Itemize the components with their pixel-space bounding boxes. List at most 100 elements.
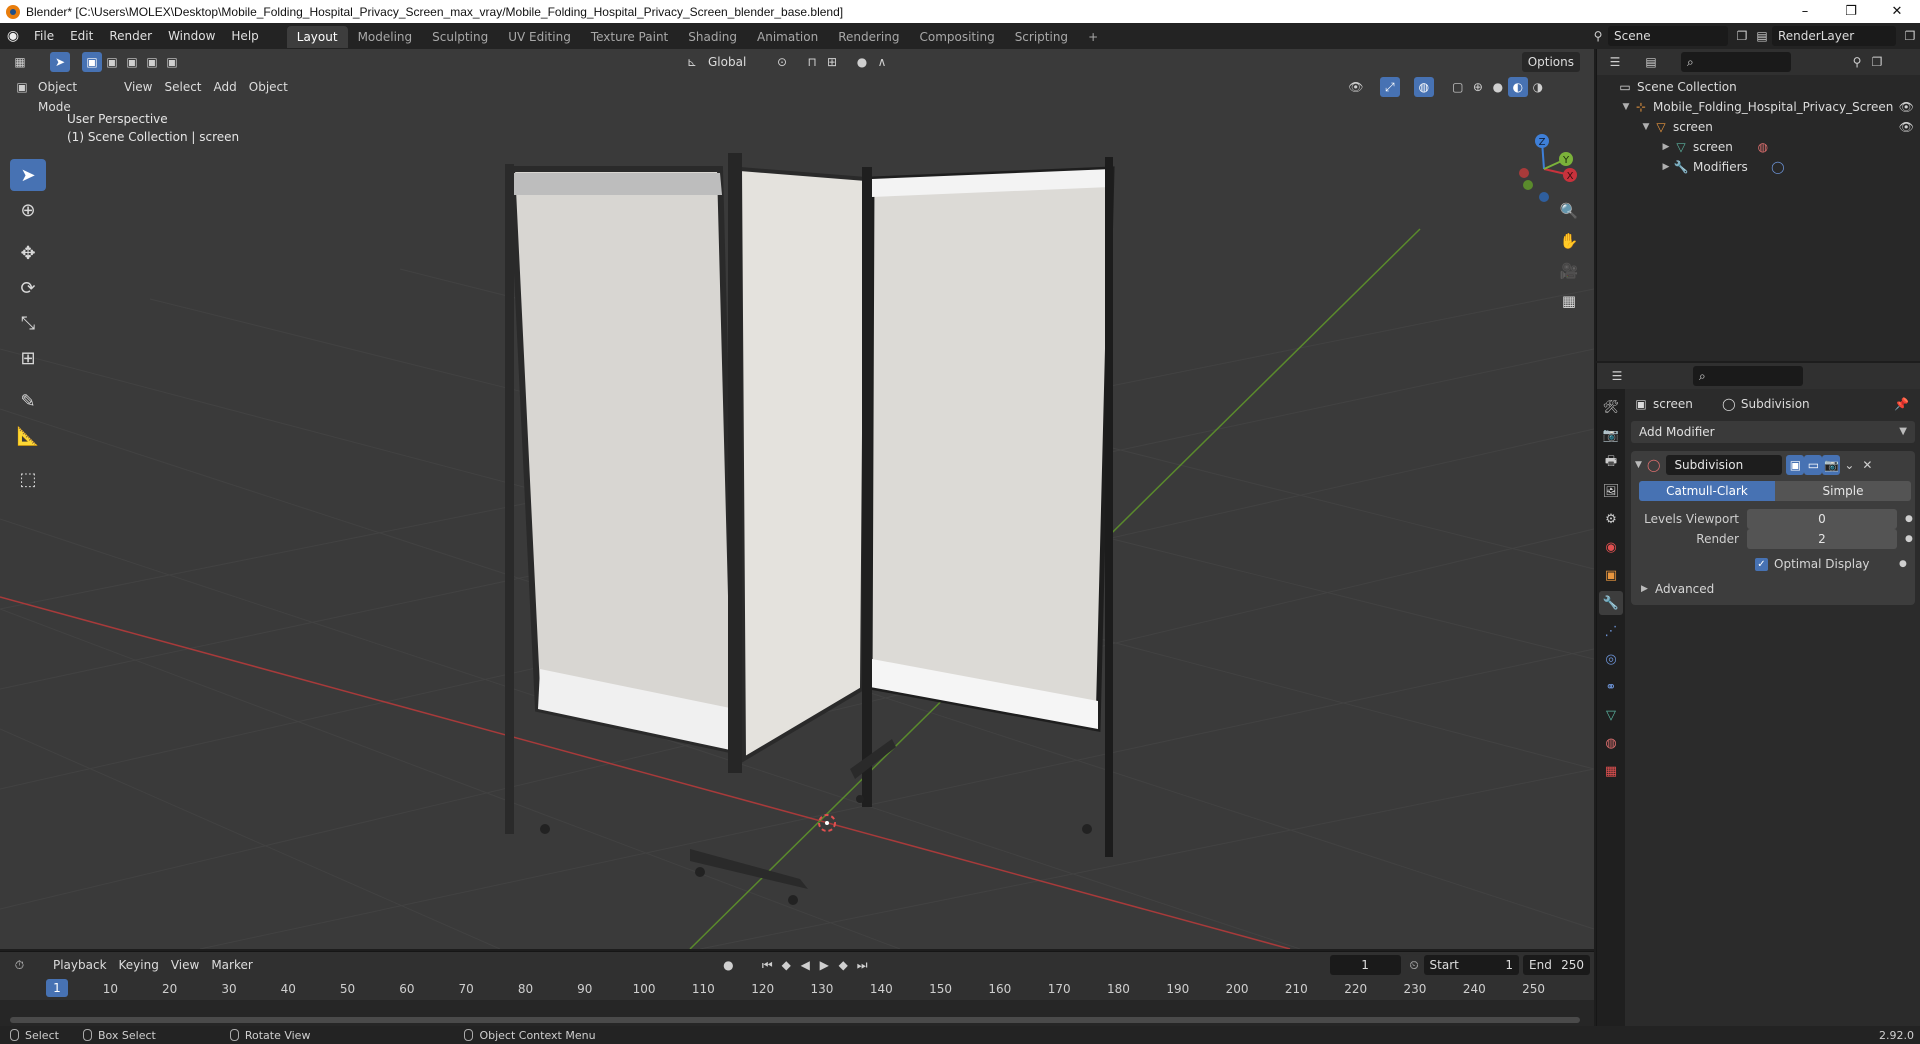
scene-icon[interactable]: ⚲	[1588, 26, 1608, 46]
preview-range-icon[interactable]: ⏲	[1405, 955, 1424, 975]
overlay-toggle-icon[interactable]: ◍	[1413, 77, 1434, 97]
add-modifier-dropdown[interactable]: Add Modifier ▼	[1631, 421, 1915, 443]
properties-search-input[interactable]: ⌕	[1693, 366, 1803, 386]
gizmo-toggle-icon[interactable]: ⤢	[1379, 77, 1400, 97]
menu-object[interactable]: Object	[243, 77, 294, 97]
physics-tab-icon[interactable]: ◎	[1599, 647, 1623, 671]
viewport-toggle-icon[interactable]: ▭	[1804, 455, 1823, 475]
outliner-search-input[interactable]: ⌕	[1681, 52, 1791, 72]
expand-arrow-icon[interactable]: ▼	[1639, 122, 1653, 132]
particles-tab-icon[interactable]: ⋰	[1599, 619, 1623, 643]
tab-shading[interactable]: Shading	[678, 26, 747, 48]
advanced-subpanel[interactable]: Advanced	[1655, 582, 1714, 596]
object-mode-dropdown[interactable]: Object Mode	[32, 77, 118, 114]
jump-start-icon[interactable]: ⏮	[758, 955, 777, 975]
render-tab-icon[interactable]: 📷	[1599, 423, 1623, 447]
add-cube-tool[interactable]: ⬚	[10, 463, 46, 495]
tab-rendering[interactable]: Rendering	[828, 26, 909, 48]
rendered-shading-icon[interactable]: ◑	[1528, 77, 1548, 97]
renderlayer-field[interactable]: RenderLayer	[1772, 26, 1896, 46]
material-shading-icon[interactable]: ◐	[1507, 77, 1528, 97]
tab-layout[interactable]: Layout	[286, 26, 348, 48]
eye-icon[interactable]: 👁	[1899, 100, 1914, 114]
tab-uv-editing[interactable]: UV Editing	[498, 26, 581, 48]
snap-icon[interactable]: ⊓	[802, 52, 822, 72]
outliner-row-object[interactable]: ▼ ▽ screen 👁	[1597, 117, 1920, 137]
select-tool-icon[interactable]: ➤	[50, 52, 70, 72]
select-subtract-icon[interactable]: ▣	[122, 52, 142, 72]
properties-editor-icon[interactable]: ☰	[1607, 366, 1627, 386]
animate-dot-icon[interactable]: ●	[1905, 534, 1915, 544]
move-tool[interactable]: ✥	[10, 237, 46, 269]
menu-playback[interactable]: Playback	[47, 955, 113, 975]
menu-view[interactable]: View	[118, 77, 158, 97]
ortho-grid-icon[interactable]: ▦	[1556, 288, 1582, 314]
select-extend-icon[interactable]: ▣	[102, 52, 122, 72]
blender-menu-icon[interactable]: ◉	[0, 23, 26, 49]
new-scene-icon[interactable]: ❐	[1732, 26, 1752, 46]
3d-viewport[interactable]: ▦ ➤ ▣ ▣ ▣ ▣ ▣ ⊾ Global ⊙ ⊓ ⊞ ● ∧ Options…	[0, 49, 1594, 949]
play-icon[interactable]: ▶	[815, 955, 834, 975]
data-tab-icon[interactable]: ▽	[1599, 703, 1623, 727]
current-frame-marker[interactable]: 1	[46, 979, 68, 997]
display-mode-icon[interactable]: ▤	[1641, 52, 1661, 72]
proportional-edit-icon[interactable]: ●	[852, 52, 872, 72]
current-frame-field[interactable]: 1	[1329, 955, 1401, 975]
measure-tool[interactable]: 📐	[10, 420, 46, 452]
xray-icon[interactable]: ▢	[1448, 77, 1468, 97]
options-dropdown[interactable]: Options	[1521, 52, 1580, 72]
levels-viewport-field[interactable]: 0	[1747, 509, 1897, 529]
remove-modifier-icon[interactable]: ✕	[1858, 455, 1876, 475]
menu-edit[interactable]: Edit	[62, 23, 101, 49]
timeline-scrollbar[interactable]	[10, 1017, 1580, 1023]
tab-sculpting[interactable]: Sculpting	[422, 26, 498, 48]
close-window-button[interactable]: ✕	[1874, 0, 1920, 23]
object-tab-icon[interactable]: ▣	[1599, 563, 1623, 587]
pivot-point-icon[interactable]: ⊙	[772, 52, 792, 72]
timeline-editor-icon[interactable]: ⏱	[10, 955, 29, 975]
view-layer-tab-icon[interactable]: 🖼	[1599, 479, 1623, 503]
frame-ruler[interactable]: 1 10 20 30 40 50 60 70 80 90 100 110 120 130 140 150 160…	[0, 978, 1594, 1000]
texture-tab-icon[interactable]: ▦	[1599, 759, 1623, 783]
end-frame-field[interactable]: End 250	[1523, 955, 1591, 975]
outliner-row-collection[interactable]: ▼ ⊹ Mobile_Folding_Hospital_Privacy_Scre…	[1597, 97, 1920, 117]
outliner-row-modifiers[interactable]: ▶ 🔧 Modifiers ◯	[1597, 157, 1920, 177]
tab-compositing[interactable]: Compositing	[909, 26, 1004, 48]
menu-help[interactable]: Help	[223, 23, 266, 49]
select-box-tool[interactable]: ➤	[10, 159, 46, 191]
material-tab-icon[interactable]: ◍	[1599, 731, 1623, 755]
animate-dot-icon[interactable]: ●	[1899, 559, 1909, 569]
render-toggle-icon[interactable]: 📷	[1822, 455, 1841, 475]
editor-type-icon[interactable]: ▦	[10, 52, 30, 72]
new-collection-icon[interactable]: ❐	[1867, 52, 1887, 72]
menu-render[interactable]: Render	[101, 23, 160, 49]
solid-shading-icon[interactable]: ●	[1488, 77, 1508, 97]
zoom-icon[interactable]: 🔍	[1556, 198, 1582, 224]
cursor-tool[interactable]: ⊕	[10, 194, 46, 226]
select-intersect-icon[interactable]: ▣	[162, 52, 182, 72]
renderlayer-icon[interactable]: ▤	[1752, 26, 1772, 46]
rotate-tool[interactable]: ⟳	[10, 272, 46, 304]
expand-arrow-icon[interactable]: ▶	[1641, 584, 1655, 594]
render-levels-field[interactable]: 2	[1747, 529, 1897, 549]
record-icon[interactable]: ●	[719, 955, 738, 975]
select-new-icon[interactable]: ▣	[82, 52, 102, 72]
play-reverse-icon[interactable]: ◀	[796, 955, 815, 975]
scale-tool[interactable]: ⤡	[10, 307, 46, 339]
modifier-name-input[interactable]: Subdivision	[1666, 455, 1783, 475]
catmull-clark-button[interactable]: Catmull-Clark	[1639, 481, 1775, 501]
eye-icon[interactable]: 👁	[1899, 120, 1914, 134]
transform-tool[interactable]: ⊞	[10, 342, 46, 374]
collapse-arrow-icon[interactable]: ▼	[1635, 460, 1647, 470]
scene-tab-icon[interactable]: ⚙	[1599, 507, 1623, 531]
minimize-button[interactable]: –	[1782, 0, 1828, 23]
select-invert-icon[interactable]: ▣	[142, 52, 162, 72]
optimal-display-checkbox[interactable]: ✓	[1755, 557, 1768, 571]
modifier-tab-icon[interactable]: 🔧	[1599, 591, 1623, 615]
menu-select[interactable]: Select	[158, 77, 207, 97]
wireframe-shading-icon[interactable]: ⊕	[1468, 77, 1488, 97]
pan-hand-icon[interactable]: ✋	[1556, 228, 1582, 254]
menu-marker[interactable]: Marker	[205, 955, 258, 975]
falloff-icon[interactable]: ∧	[872, 52, 892, 72]
expand-arrow-icon[interactable]: ▶	[1659, 162, 1673, 172]
